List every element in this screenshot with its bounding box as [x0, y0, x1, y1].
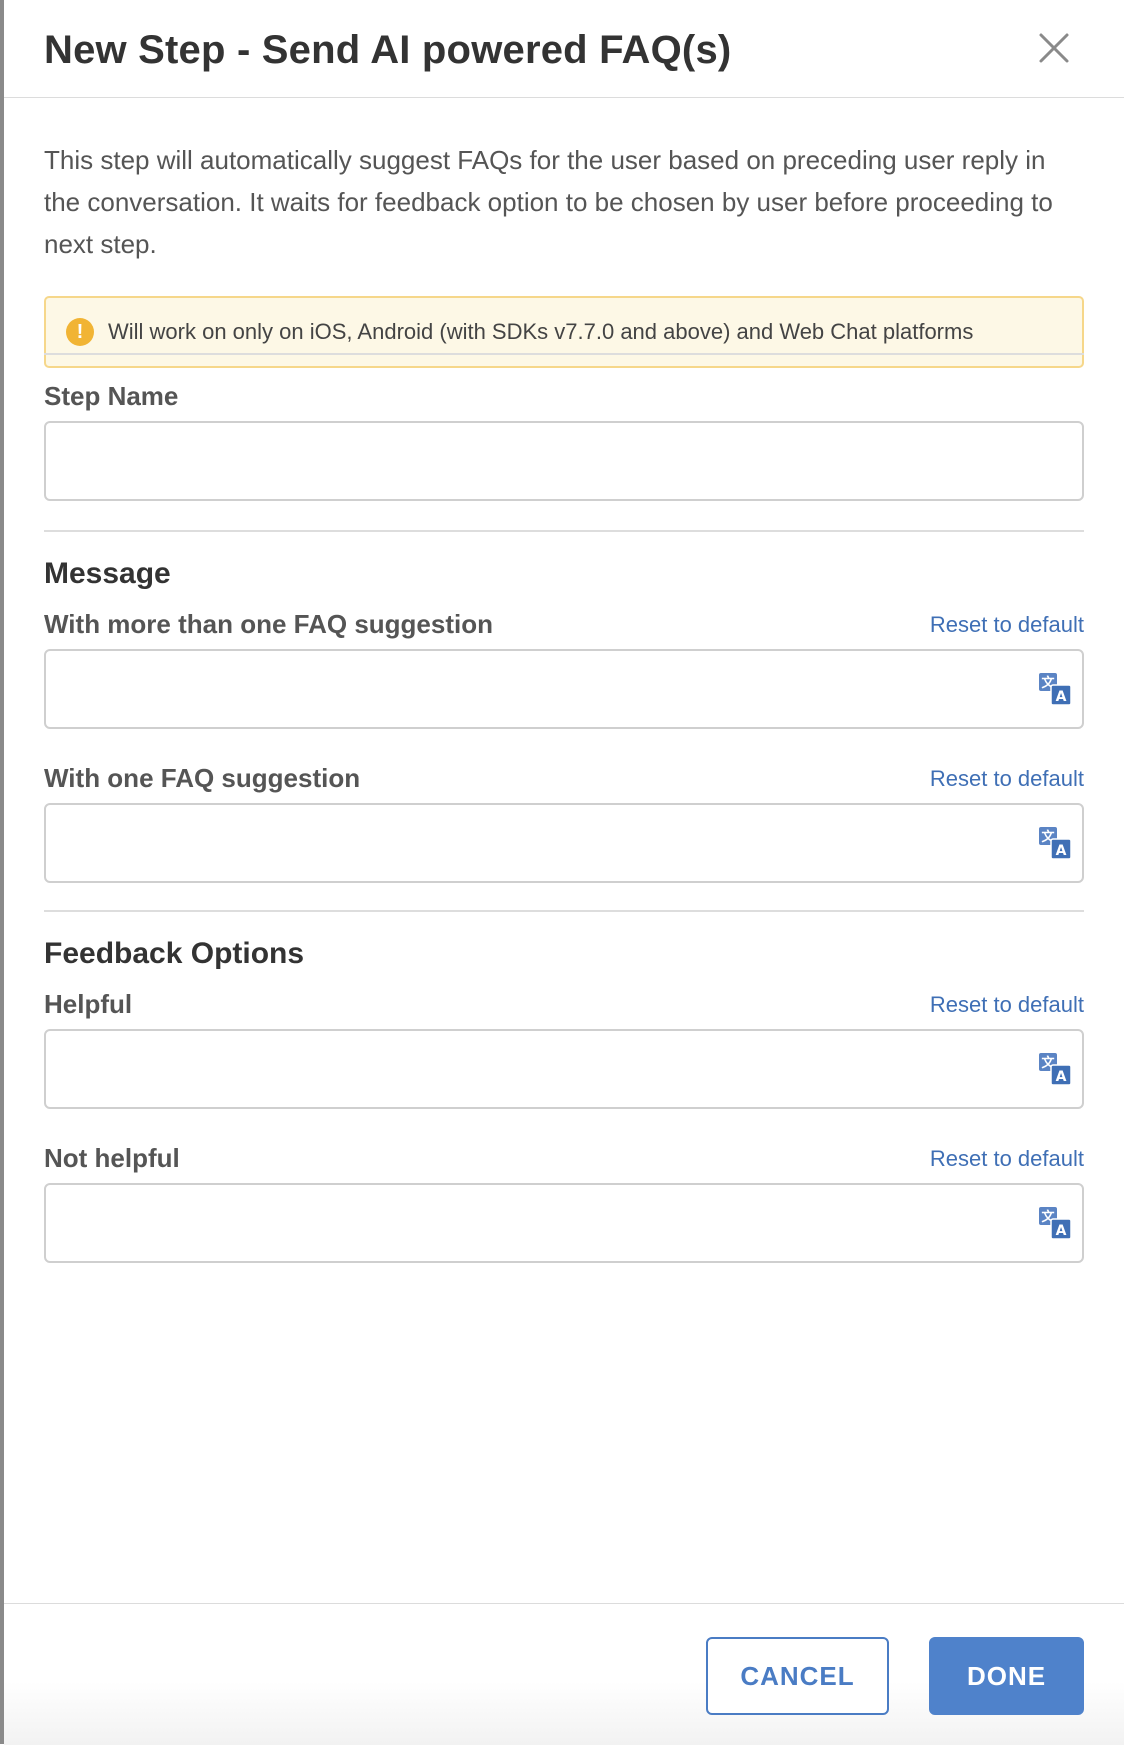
helpful-reset-link[interactable]: Reset to default — [930, 992, 1084, 1018]
helpful-option-input[interactable] — [44, 1029, 1084, 1109]
warning-icon: ! — [66, 318, 94, 346]
step-name-input[interactable] — [44, 421, 1084, 501]
divider — [44, 910, 1084, 912]
feedback-section-title: Feedback Options — [44, 937, 305, 970]
multi-faq-reset-link[interactable]: Reset to default — [930, 612, 1084, 638]
single-faq-reset-link[interactable]: Reset to default — [930, 766, 1084, 792]
single-faq-message-input[interactable] — [44, 803, 1084, 883]
single-faq-label: With one FAQ suggestion — [44, 763, 361, 793]
done-button[interactable]: DONE — [929, 1637, 1084, 1715]
modal-title: New Step - Send AI powered FAQ(s) — [44, 28, 732, 72]
new-step-modal: New Step - Send AI powered FAQ(s) This s… — [4, 0, 1124, 1745]
modal-header: New Step - Send AI powered FAQ(s) — [4, 0, 1124, 98]
translate-icon[interactable]: 文 A — [1038, 672, 1072, 706]
multi-faq-label: With more than one FAQ suggestion — [44, 609, 493, 639]
svg-text:A: A — [1056, 1223, 1067, 1239]
not-helpful-option-input[interactable] — [44, 1183, 1084, 1263]
svg-text:A: A — [1056, 689, 1067, 705]
divider — [44, 530, 1084, 532]
divider — [44, 353, 1084, 355]
message-section-title: Message — [44, 557, 171, 590]
modal-footer: CANCEL DONE — [4, 1603, 1124, 1745]
cancel-button[interactable]: CANCEL — [706, 1637, 889, 1715]
svg-text:A: A — [1056, 843, 1067, 859]
platform-warning-banner: ! Will work on only on iOS, Android (wit… — [44, 296, 1084, 368]
not-helpful-reset-link[interactable]: Reset to default — [930, 1146, 1084, 1172]
step-description: This step will automatically suggest FAQ… — [44, 145, 1053, 259]
translate-icon[interactable]: 文 A — [1038, 1052, 1072, 1086]
translate-icon[interactable]: 文 A — [1038, 826, 1072, 860]
close-icon[interactable] — [1034, 28, 1074, 68]
helpful-label: Helpful — [44, 989, 133, 1019]
step-name-label: Step Name — [44, 381, 179, 411]
multi-faq-message-input[interactable] — [44, 649, 1084, 729]
svg-text:A: A — [1056, 1069, 1067, 1085]
not-helpful-label: Not helpful — [44, 1143, 180, 1173]
translate-icon[interactable]: 文 A — [1038, 1206, 1072, 1240]
platform-warning-text: Will work on only on iOS, Android (with … — [108, 319, 974, 344]
